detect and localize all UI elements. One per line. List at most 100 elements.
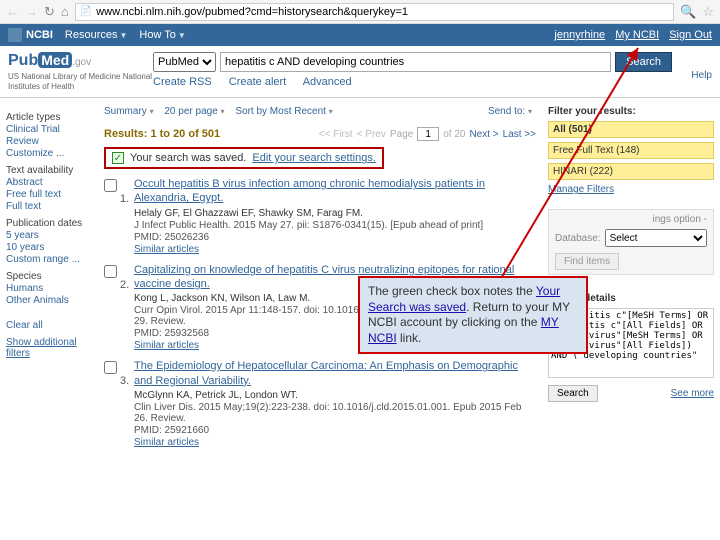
filter-option[interactable]: Custom range ...: [6, 254, 94, 265]
database-select[interactable]: PubMed: [153, 52, 216, 72]
summary-dropdown[interactable]: Summary ▾: [104, 106, 154, 117]
pager-first: << First: [319, 129, 353, 140]
search-button[interactable]: Search: [615, 52, 672, 72]
create-rss-link[interactable]: Create RSS: [153, 76, 212, 88]
result-pmid: PMID: 25921660: [134, 425, 536, 436]
filter-option[interactable]: Clinical Trial: [6, 124, 94, 135]
ngs-hint: ings option -: [555, 214, 707, 225]
filter-option[interactable]: Customize ...: [6, 148, 94, 159]
result-pmid: PMID: 25026236: [134, 232, 536, 243]
filter-option[interactable]: 10 years: [6, 242, 94, 253]
ncbi-brand[interactable]: NCBI: [8, 28, 53, 42]
results-count-row: Results: 1 to 20 of 501 << First < Prev …: [104, 127, 536, 141]
result-citation: J Infect Public Health. 2015 May 27. pii…: [134, 220, 536, 231]
result-citation: Clin Liver Dis. 2015 May;19(2):223-238. …: [134, 402, 536, 424]
filter-group-title: Publication dates: [6, 218, 94, 229]
logo-gov: .gov: [72, 57, 91, 68]
url-bar[interactable]: 📄: [75, 3, 674, 21]
result-number: 3.: [120, 359, 134, 448]
edit-search-settings-link[interactable]: Edit your search settings.: [252, 152, 376, 164]
see-more-link[interactable]: See more: [671, 388, 714, 399]
result-title-link[interactable]: The Epidemiology of Hepatocellular Carci…: [134, 359, 536, 388]
menu-resources[interactable]: Resources▼: [65, 29, 128, 41]
url-input[interactable]: [96, 6, 669, 18]
chevron-down-icon: ▼: [119, 31, 127, 40]
result-title-link[interactable]: Occult hepatitis B virus infection among…: [134, 177, 536, 206]
create-alert-link[interactable]: Create alert: [229, 76, 286, 88]
search-details-search-button[interactable]: Search: [548, 385, 598, 402]
show-additional-filters-link[interactable]: Show additional filters: [6, 337, 94, 359]
result-checkbox[interactable]: [104, 361, 117, 374]
help-link[interactable]: Help: [672, 52, 712, 81]
filter-group: Article types Clinical Trial Review Cust…: [6, 112, 94, 159]
filter-group: Publication dates 5 years 10 years Custo…: [6, 218, 94, 265]
result-item: 1.Occult hepatitis B virus infection amo…: [104, 177, 536, 255]
bookmark-star-icon[interactable]: ☆: [702, 4, 714, 20]
back-icon[interactable]: ←: [6, 4, 19, 19]
user-link[interactable]: jennyrhine: [554, 29, 605, 41]
pager-of: of 20: [443, 129, 465, 140]
results-toolbar: Summary ▾ 20 per page ▾ Sort by Most Rec…: [104, 106, 536, 117]
result-number: 2.: [120, 263, 134, 352]
my-ncbi-link[interactable]: My NCBI: [615, 29, 659, 41]
pubmed-logo-block: PubMed.gov US National Library of Medici…: [8, 52, 153, 91]
perpage-dropdown[interactable]: 20 per page ▾: [164, 106, 224, 117]
result-checkbox[interactable]: [104, 265, 117, 278]
filter-option[interactable]: Abstract: [6, 177, 94, 188]
filter-option[interactable]: Review: [6, 136, 94, 147]
forward-icon[interactable]: →: [25, 4, 38, 19]
reload-icon[interactable]: ↻: [44, 4, 55, 20]
ncbi-brand-label: NCBI: [26, 29, 53, 41]
search-column: PubMed Search Create RSS Create alert Ad…: [153, 52, 672, 88]
filter-option[interactable]: 5 years: [6, 230, 94, 241]
search-header: PubMed.gov US National Library of Medici…: [0, 46, 720, 93]
logo-subtitle: US National Library of Medicine National…: [8, 72, 153, 91]
filter-hinari[interactable]: HINARI (222): [548, 163, 714, 180]
annotation-callout: The green check box notes the Your Searc…: [358, 276, 588, 354]
find-items-button[interactable]: Find items: [555, 253, 619, 270]
menu-resources-label: Resources: [65, 29, 118, 41]
search-saved-notice: ✓ Your search was saved. Edit your searc…: [104, 147, 384, 169]
pager-next[interactable]: Next >: [469, 129, 498, 140]
pager-page-input[interactable]: [417, 127, 439, 141]
chevron-down-icon: ▼: [178, 31, 186, 40]
filter-option[interactable]: Humans: [6, 283, 94, 294]
sort-dropdown[interactable]: Sort by Most Recent ▾: [235, 106, 332, 117]
logo-pub: Pub: [8, 52, 38, 69]
ncbi-logo-icon: [8, 28, 22, 42]
db-select[interactable]: Select: [605, 229, 707, 247]
filter-group-title: Text availability: [6, 165, 94, 176]
pager-last[interactable]: Last >>: [503, 129, 536, 140]
result-checkbox[interactable]: [104, 179, 117, 192]
menu-howto[interactable]: How To▼: [139, 29, 185, 41]
filter-results-heading: Filter your results:: [548, 106, 714, 117]
filter-freefulltext[interactable]: Free Full Text (148): [548, 142, 714, 159]
result-authors: Helaly GF, El Ghazzawi EF, Shawky SM, Fa…: [134, 208, 536, 219]
filter-option[interactable]: Other Animals: [6, 295, 94, 306]
chevron-down-icon: ▾: [221, 107, 225, 116]
filter-option[interactable]: Full text: [6, 201, 94, 212]
chevron-down-icon: ▾: [150, 107, 154, 116]
filter-option[interactable]: Free full text: [6, 189, 94, 200]
logo-med: Med: [38, 52, 72, 68]
pager-page-label: Page: [390, 129, 413, 140]
filter-all[interactable]: All (501): [548, 121, 714, 138]
callout-text: link.: [397, 331, 422, 345]
browser-chrome: ← → ↻ ⌂ 📄 🔍 ☆: [0, 0, 720, 24]
search-input[interactable]: [220, 52, 611, 72]
clear-all-link[interactable]: Clear all: [6, 320, 94, 331]
zoom-icon[interactable]: 🔍: [680, 4, 696, 20]
similar-articles-link[interactable]: Similar articles: [134, 437, 536, 448]
signout-link[interactable]: Sign Out: [669, 29, 712, 41]
advanced-link[interactable]: Advanced: [303, 76, 352, 88]
similar-articles-link[interactable]: Similar articles: [134, 244, 536, 255]
result-number: 1.: [120, 177, 134, 255]
filter-group: Species Humans Other Animals: [6, 271, 94, 306]
results-count: Results: 1 to 20 of 501: [104, 128, 220, 140]
filter-group: Text availability Abstract Free full tex…: [6, 165, 94, 212]
home-icon[interactable]: ⌂: [61, 4, 69, 19]
db-label: Database:: [555, 233, 601, 244]
sendto-dropdown[interactable]: Send to: ▾: [488, 106, 532, 117]
manage-filters-link[interactable]: Manage Filters: [548, 184, 714, 195]
pubmed-logo[interactable]: PubMed.gov: [8, 52, 153, 70]
